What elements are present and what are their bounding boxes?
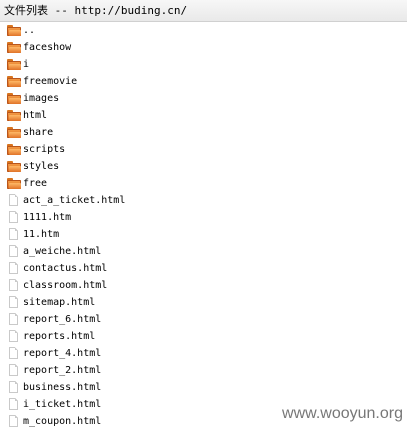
- file-icon: [9, 211, 18, 223]
- file-listing: .. faceshow i freemovie images html share scrip…: [0, 22, 407, 430]
- folder-item[interactable]: freemovie: [0, 73, 407, 90]
- entry-name[interactable]: m_coupon.html: [23, 413, 101, 430]
- folder-item[interactable]: styles: [0, 158, 407, 175]
- entry-name[interactable]: i: [23, 56, 29, 73]
- entry-name[interactable]: act_a_ticket.html: [23, 192, 125, 209]
- folder-item[interactable]: free: [0, 175, 407, 192]
- file-icon: [9, 330, 18, 342]
- file-icon: [9, 415, 18, 427]
- file-icon: [9, 262, 18, 274]
- file-icon: [9, 347, 18, 359]
- entry-name[interactable]: report_6.html: [23, 311, 101, 328]
- file-icon: [9, 313, 18, 325]
- title-bar: 文件列表 -- http://buding.cn/: [0, 0, 407, 22]
- folder-icon: [7, 144, 21, 155]
- file-item[interactable]: contactus.html: [0, 260, 407, 277]
- file-item[interactable]: act_a_ticket.html: [0, 192, 407, 209]
- folder-icon: [7, 93, 21, 104]
- folder-icon: [7, 59, 21, 70]
- entry-name[interactable]: 1111.htm: [23, 209, 71, 226]
- folder-item[interactable]: i: [0, 56, 407, 73]
- folder-icon: [7, 127, 21, 138]
- entry-name[interactable]: a_weiche.html: [23, 243, 101, 260]
- entry-name[interactable]: sitemap.html: [23, 294, 95, 311]
- folder-item[interactable]: scripts: [0, 141, 407, 158]
- entry-name[interactable]: free: [23, 175, 47, 192]
- entry-name[interactable]: report_2.html: [23, 362, 101, 379]
- entry-name[interactable]: i_ticket.html: [23, 396, 101, 413]
- entry-name[interactable]: scripts: [23, 141, 65, 158]
- entry-name[interactable]: images: [23, 90, 59, 107]
- entry-name[interactable]: styles: [23, 158, 59, 175]
- file-item[interactable]: report_4.html: [0, 345, 407, 362]
- file-icon: [9, 194, 18, 206]
- file-icon: [9, 381, 18, 393]
- file-item[interactable]: reports.html: [0, 328, 407, 345]
- file-icon: [9, 279, 18, 291]
- entry-name[interactable]: reports.html: [23, 328, 95, 345]
- entry-name[interactable]: contactus.html: [23, 260, 107, 277]
- folder-icon: [7, 161, 21, 172]
- watermark: www.wooyun.org: [280, 405, 405, 423]
- entry-name[interactable]: classroom.html: [23, 277, 107, 294]
- entry-name[interactable]: freemovie: [23, 73, 77, 90]
- folder-item[interactable]: ..: [0, 22, 407, 39]
- entry-name[interactable]: 11.htm: [23, 226, 59, 243]
- entry-name[interactable]: html: [23, 107, 47, 124]
- file-icon: [9, 245, 18, 257]
- file-icon: [9, 364, 18, 376]
- file-item[interactable]: sitemap.html: [0, 294, 407, 311]
- file-icon: [9, 296, 18, 308]
- entry-name[interactable]: business.html: [23, 379, 101, 396]
- file-item[interactable]: 1111.htm: [0, 209, 407, 226]
- entry-name[interactable]: share: [23, 124, 53, 141]
- entry-name[interactable]: faceshow: [23, 39, 71, 56]
- folder-item[interactable]: faceshow: [0, 39, 407, 56]
- folder-icon: [7, 76, 21, 87]
- file-item[interactable]: a_weiche.html: [0, 243, 407, 260]
- file-item[interactable]: business.html: [0, 379, 407, 396]
- folder-item[interactable]: share: [0, 124, 407, 141]
- file-item[interactable]: report_6.html: [0, 311, 407, 328]
- page-title: 文件列表 -- http://buding.cn/: [4, 4, 188, 17]
- folder-icon: [7, 178, 21, 189]
- file-item[interactable]: 11.htm: [0, 226, 407, 243]
- folder-icon: [7, 42, 21, 53]
- folder-item[interactable]: html: [0, 107, 407, 124]
- folder-icon: [7, 110, 21, 121]
- folder-item[interactable]: images: [0, 90, 407, 107]
- file-icon: [9, 228, 18, 240]
- entry-name[interactable]: ..: [23, 22, 35, 39]
- folder-icon: [7, 25, 21, 36]
- file-item[interactable]: classroom.html: [0, 277, 407, 294]
- file-icon: [9, 398, 18, 410]
- file-item[interactable]: report_2.html: [0, 362, 407, 379]
- entry-name[interactable]: report_4.html: [23, 345, 101, 362]
